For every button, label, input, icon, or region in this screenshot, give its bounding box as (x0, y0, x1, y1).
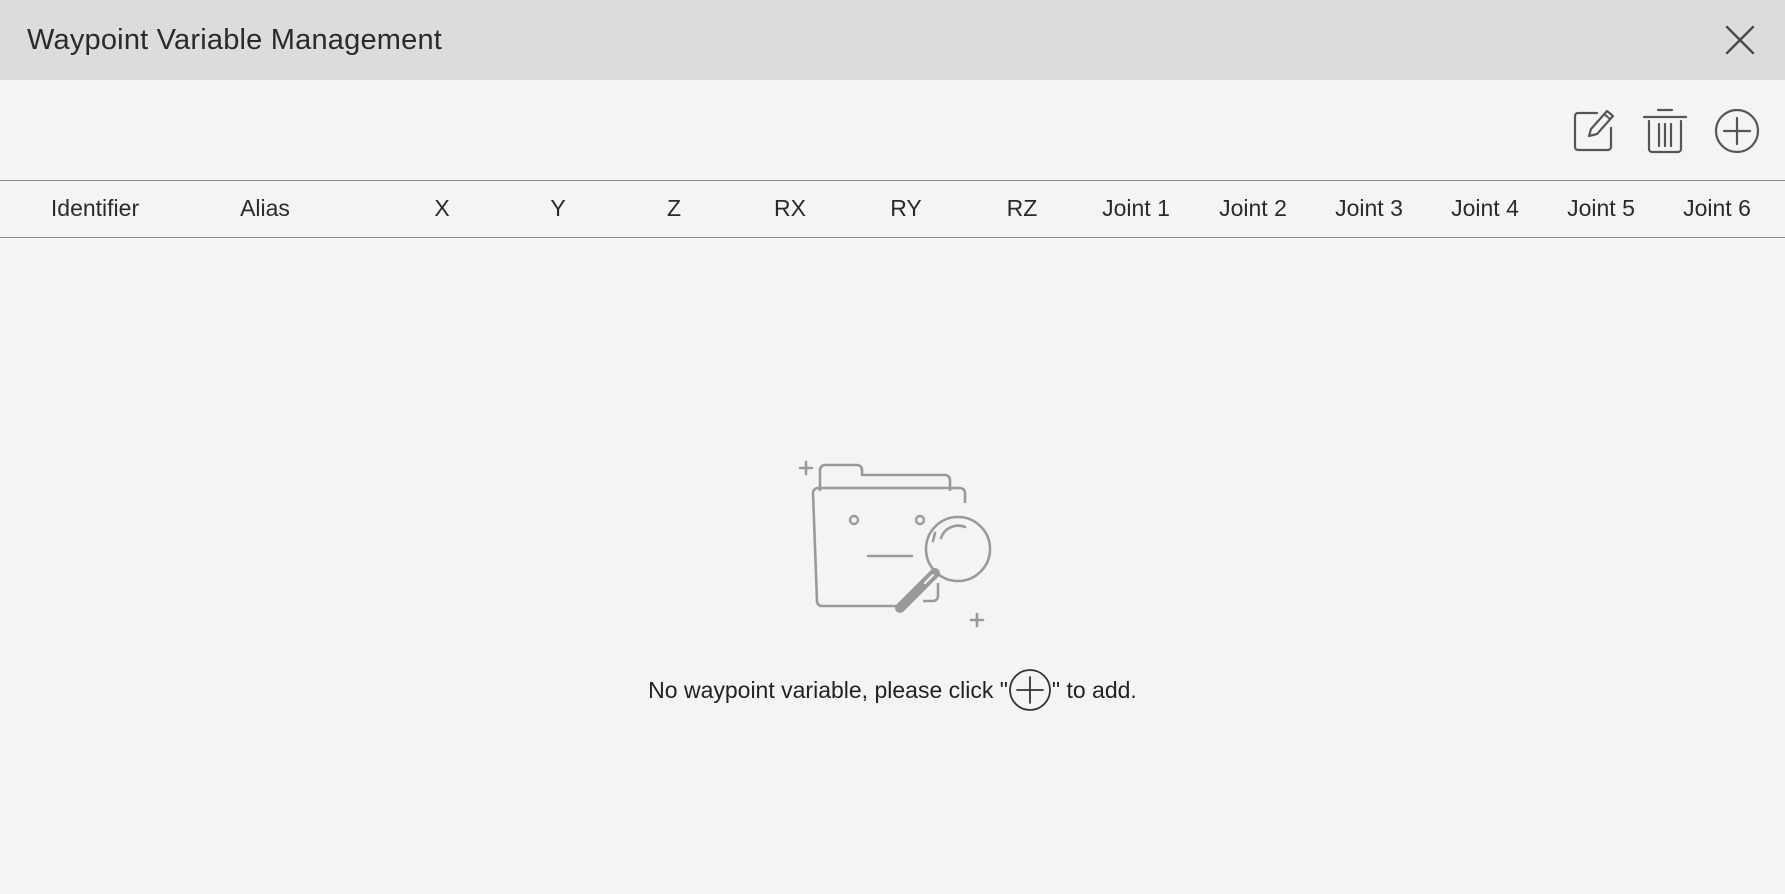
column-header-y: Y (550, 195, 566, 221)
plus-circle-icon (1009, 669, 1051, 711)
column-header-rx: RX (774, 195, 806, 221)
column-header-joint-5: Joint 5 (1567, 195, 1635, 221)
column-header-joint-2: Joint 2 (1219, 195, 1287, 221)
toolbar (0, 80, 1785, 180)
trash-icon (1642, 108, 1688, 154)
edit-button[interactable] (1569, 106, 1619, 156)
column-header-joint-3: Joint 3 (1335, 195, 1403, 221)
edit-icon (1573, 109, 1615, 152)
column-header-rz: RZ (1006, 195, 1038, 221)
column-header-joint-1: Joint 1 (1102, 195, 1170, 221)
empty-state: No waypoint variable, please click " " t… (0, 238, 1785, 894)
plus-circle-icon (1714, 108, 1760, 154)
empty-folder-search-icon (798, 460, 992, 628)
dialog-title: Waypoint Variable Management (27, 24, 443, 56)
title-bar: Waypoint Variable Management (0, 0, 1785, 80)
column-header-z: Z (666, 195, 682, 221)
close-button[interactable] (1720, 20, 1760, 60)
waypoint-variable-dialog: Waypoint Variable Management Identifier … (0, 0, 1785, 894)
delete-button[interactable] (1640, 106, 1690, 156)
empty-state-message-after: " to add. (1051, 677, 1137, 703)
empty-state-message-before: No waypoint variable, please click " (648, 677, 1008, 703)
add-button[interactable] (1712, 106, 1762, 156)
column-header-alias: Alias (240, 195, 290, 221)
column-header-joint-6: Joint 6 (1683, 195, 1751, 221)
column-header-identifier: Identifier (50, 195, 140, 221)
empty-state-message: No waypoint variable, please click " " t… (0, 668, 1785, 712)
column-header-joint-4: Joint 4 (1451, 195, 1519, 221)
column-header-ry: RY (890, 195, 922, 221)
table-header: Identifier Alias X Y Z RX RY RZ Joint 1 … (0, 180, 1785, 238)
column-header-x: X (434, 195, 450, 221)
close-icon (1725, 25, 1755, 55)
